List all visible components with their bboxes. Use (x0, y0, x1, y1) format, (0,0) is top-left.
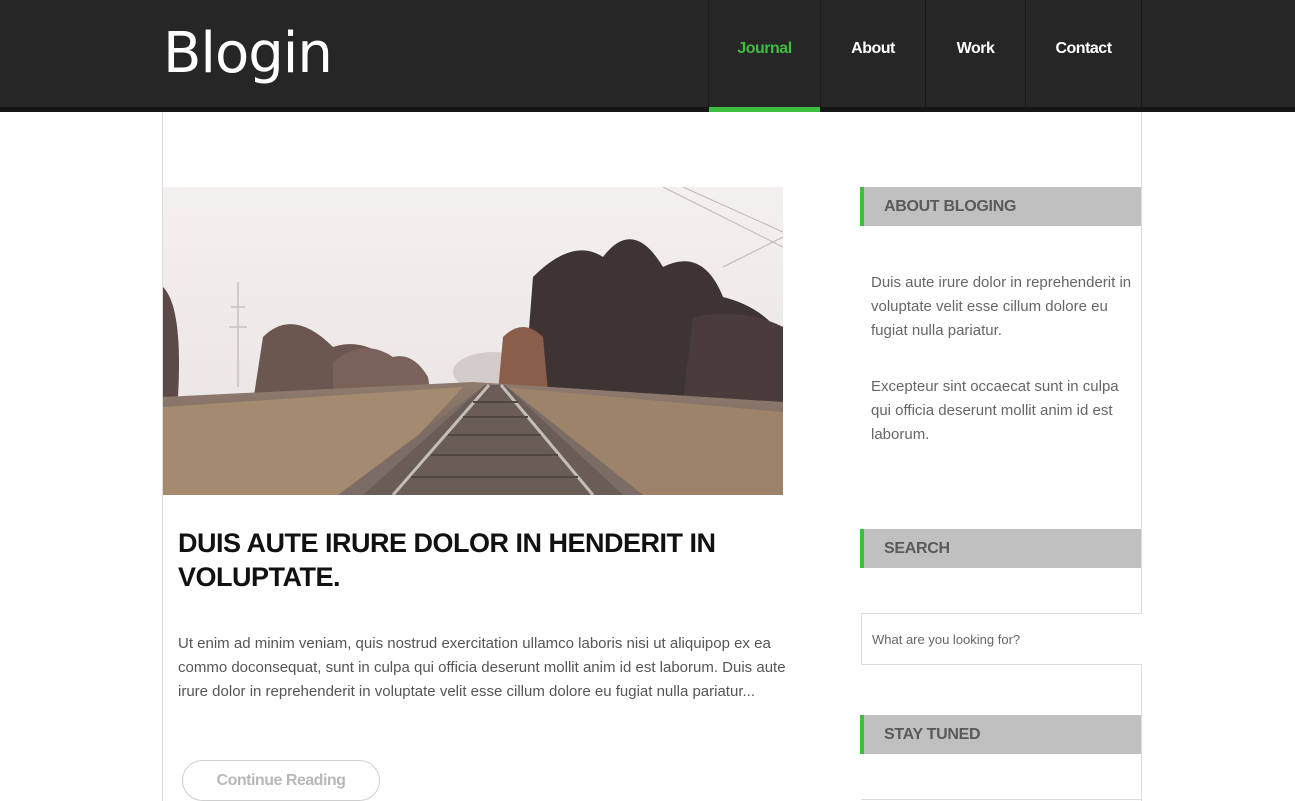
site-logo[interactable]: Blogin (163, 14, 333, 94)
search-input[interactable] (862, 614, 1142, 664)
nav-item-about[interactable]: About (820, 0, 925, 107)
post-featured-image[interactable] (163, 187, 783, 495)
railway-photo-image (163, 187, 783, 495)
site-header: Blogin Journal About Work Contact (0, 0, 1295, 112)
continue-reading-button[interactable]: Continue Reading (182, 760, 380, 801)
main-nav: Journal About Work Contact (708, 0, 1142, 112)
stay-tuned-widget-title: STAY TUNED (860, 715, 1141, 754)
about-widget-title: ABOUT BLOGING (860, 187, 1141, 226)
nav-item-journal[interactable]: Journal (708, 0, 820, 112)
nav-item-work[interactable]: Work (925, 0, 1025, 107)
search-field[interactable] (861, 613, 1142, 665)
search-widget-title: SEARCH (860, 529, 1141, 568)
nav-item-contact[interactable]: Contact (1025, 0, 1142, 107)
post-title[interactable]: DUIS AUTE IRURE DOLOR IN HENDERIT IN VOL… (178, 526, 778, 594)
post-excerpt: Ut enim ad minim veniam, quis nostrud ex… (178, 635, 786, 700)
about-paragraph-2: Excepteur sint occaecat sunt in culpa qu… (871, 378, 1119, 443)
about-paragraph-1: Duis aute irure dolor in reprehenderit i… (871, 274, 1132, 339)
divider (861, 799, 1142, 800)
